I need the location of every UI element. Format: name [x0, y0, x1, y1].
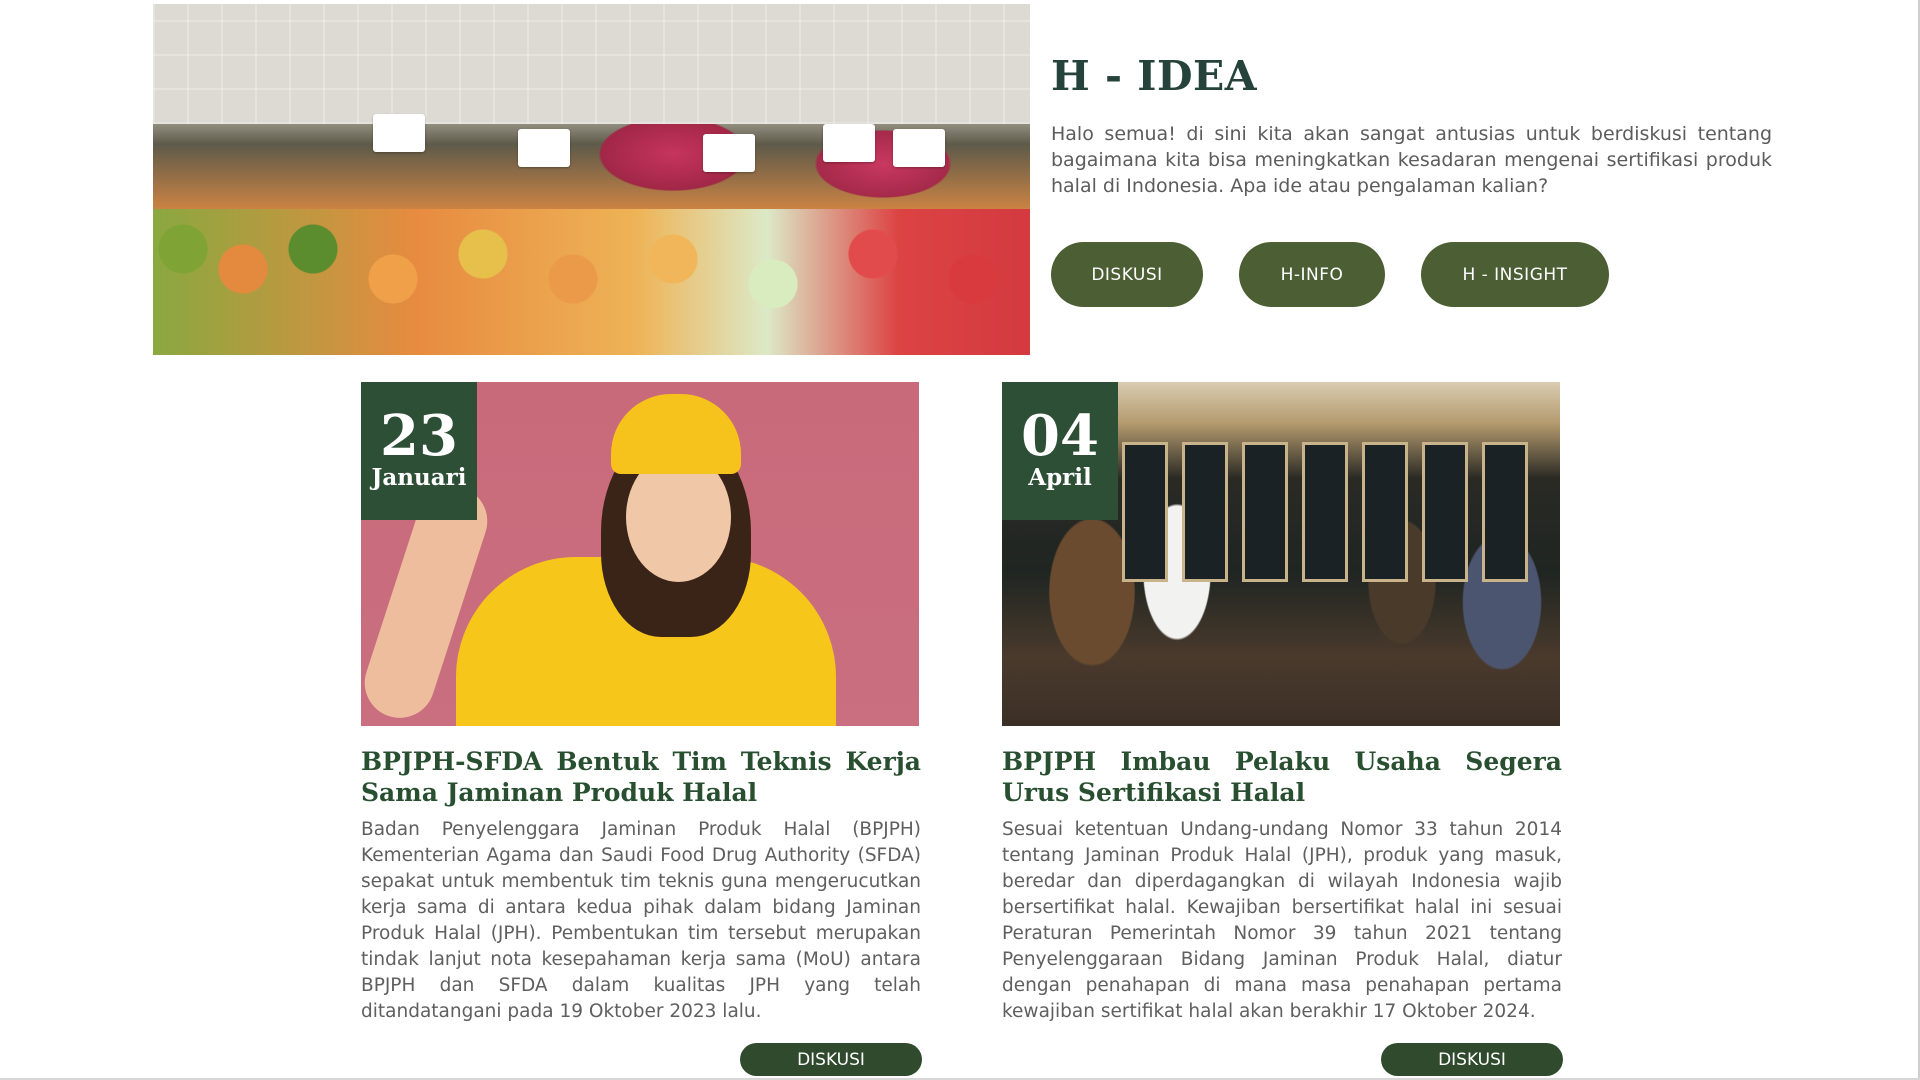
hero-image-fruit-market [153, 4, 1030, 355]
image-window [1482, 442, 1528, 582]
date-month: April [1028, 464, 1092, 491]
date-month: Januari [371, 464, 467, 491]
price-tag [893, 129, 945, 167]
price-tag [373, 114, 425, 152]
image-window [1422, 442, 1468, 582]
image-window [1122, 442, 1168, 582]
image-window [1242, 442, 1288, 582]
image-window [1182, 442, 1228, 582]
date-badge: 04 April [1002, 382, 1118, 520]
price-tag [518, 129, 570, 167]
date-badge: 23 Januari [361, 382, 477, 520]
image-window [1362, 442, 1408, 582]
date-day: 23 [380, 403, 458, 469]
image-figure-cap [611, 394, 741, 474]
article-diskusi-button[interactable]: DISKUSI [1381, 1043, 1563, 1076]
price-tag [703, 134, 755, 172]
page-title: H - IDEA [1051, 52, 1258, 100]
article-title[interactable]: BPJPH Imbau Pelaku Usaha Segera Urus Ser… [1002, 746, 1562, 808]
article-diskusi-button[interactable]: DISKUSI [740, 1043, 922, 1076]
date-day: 04 [1021, 403, 1099, 469]
diskusi-button[interactable]: DISKUSI [1051, 242, 1203, 307]
hero-description: Halo semua! di sini kita akan sangat ant… [1051, 123, 1772, 197]
article-excerpt: Badan Penyelenggara Jaminan Produk Halal… [361, 819, 921, 1022]
article-excerpt: Sesuai ketentuan Undang-undang Nomor 33 … [1002, 819, 1562, 1022]
price-tag [823, 124, 875, 162]
h-insight-button[interactable]: H - INSIGHT [1421, 242, 1609, 307]
hero-image-wall [153, 4, 1030, 124]
image-window [1302, 442, 1348, 582]
hero-image-fruit-display [153, 209, 1030, 355]
article-title[interactable]: BPJPH-SFDA Bentuk Tim Teknis Kerja Sama … [361, 746, 921, 808]
h-info-button[interactable]: H-INFO [1239, 242, 1385, 307]
